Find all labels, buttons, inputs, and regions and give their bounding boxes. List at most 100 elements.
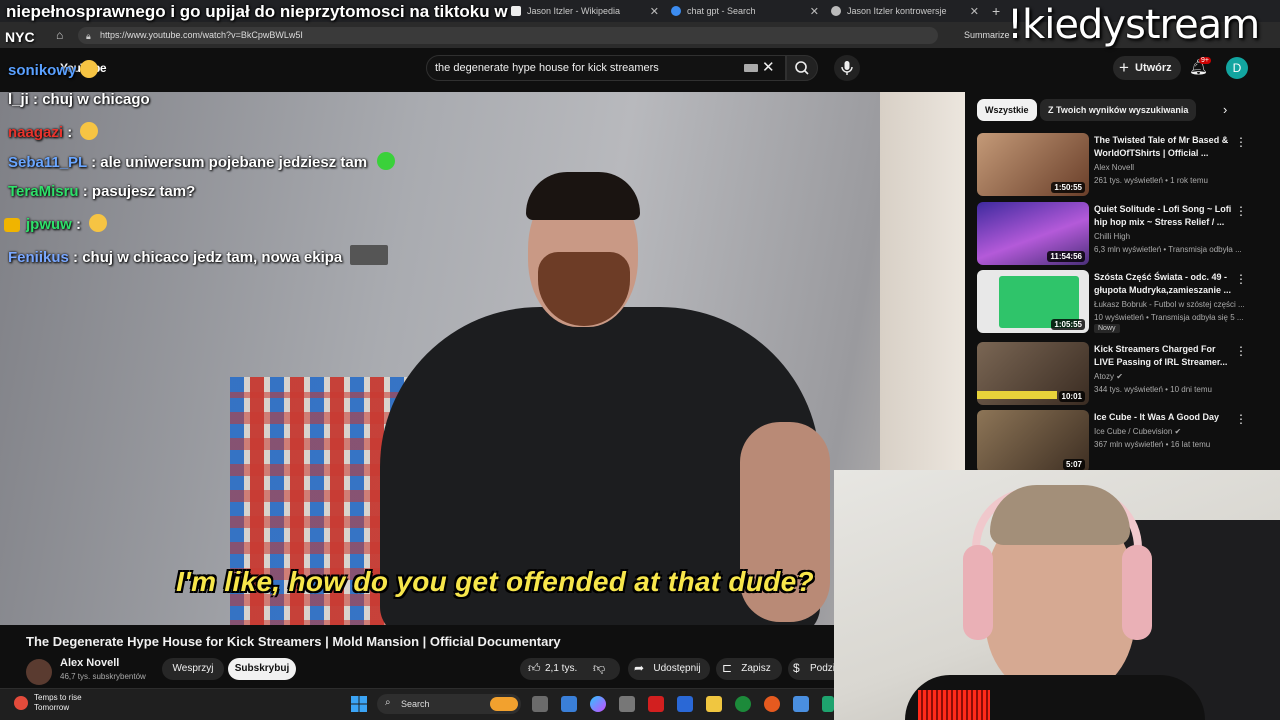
channel-label: Ice Cube / Cubevision (1094, 427, 1173, 436)
channel-avatar[interactable] (26, 659, 52, 685)
windows-start-icon[interactable] (351, 696, 367, 712)
video-thumbnail[interactable]: 5:07 (977, 410, 1089, 473)
duration-badge: 11:54:56 (1047, 251, 1085, 262)
chip-from-your-search[interactable]: Z Twoich wyników wyszukiwania (1040, 99, 1197, 121)
thumbs-down-icon[interactable]: 👎︎ (593, 661, 605, 676)
recommendation-title[interactable]: Ice Cube - It Was A Good Day (1094, 411, 1234, 424)
image-emote-icon (350, 245, 389, 265)
chat-username: sonikowy (8, 62, 77, 79)
summarize-button[interactable]: Summarize (964, 30, 1010, 40)
microphone-icon (841, 61, 853, 75)
channel-label: Atozy (1094, 372, 1115, 381)
video-player[interactable]: I'm like, how do you get offended at tha… (0, 92, 965, 625)
recommended-video[interactable]: 1:05:55 Szósta Część Świata - odc. 49 - … (977, 270, 1267, 334)
video-thumbnail[interactable]: 10:01 (977, 342, 1089, 405)
search-icon (671, 6, 681, 16)
stream-caption: niepełnosprawnego i go upijał do nieprzy… (6, 2, 508, 21)
chat-text: : (63, 124, 73, 141)
lock-icon[interactable]: 🔒︎ (86, 31, 91, 42)
task-view-icon[interactable] (532, 696, 548, 712)
recommended-video[interactable]: 11:54:56 Quiet Solitude - Lofi Song ~ Lo… (977, 202, 1267, 266)
video-title: The Degenerate Hype House for Kick Strea… (26, 634, 561, 649)
recommendation-channel[interactable]: Łukasz Bobruk - Futbol w szóstej części … (1094, 300, 1245, 309)
weather-widget[interactable]: Temps to rise Tomorrow (34, 693, 82, 713)
store-icon[interactable] (619, 696, 635, 712)
recommendation-channel[interactable]: Atozy ✔︎ (1094, 372, 1123, 381)
green-emote-icon (377, 152, 396, 170)
search-icon (795, 61, 809, 75)
tab-close-icon[interactable]: ✕ (650, 5, 659, 18)
app-icon[interactable] (822, 696, 834, 712)
copilot-icon[interactable] (590, 696, 606, 712)
more-vertical-icon[interactable]: ⋮ (1235, 344, 1247, 358)
more-vertical-icon[interactable]: ⋮ (1235, 204, 1247, 218)
wikipedia-icon (511, 6, 521, 16)
recommendation-meta: 344 tys. wyświetleń • 10 dni temu (1094, 385, 1212, 394)
tab-label: chat gpt - Search (687, 6, 756, 16)
chat-username: naagazi (8, 124, 64, 141)
notepad-icon[interactable] (793, 696, 809, 712)
weather-subtitle: Tomorrow (34, 703, 70, 712)
support-button[interactable]: Wesprzyj (162, 658, 224, 680)
weather-icon[interactable] (14, 696, 28, 710)
chevron-right-icon[interactable]: › (1223, 102, 1227, 117)
search-button[interactable] (786, 55, 818, 81)
voice-search-button[interactable] (834, 55, 860, 81)
chat-message: Feniikus : chuj w chicaco jedz tam, nowa… (8, 245, 389, 266)
recommendation-title[interactable]: Quiet Solitude - Lofi Song ~ Lofi hip ho… (1094, 203, 1234, 229)
bookmark-icon: ⊏ (722, 661, 733, 675)
recommendation-channel[interactable]: Alex Novell (1094, 163, 1134, 172)
new-tab-button[interactable]: + (986, 0, 1006, 22)
search-input[interactable]: the degenerate hype house for kick strea… (426, 55, 786, 81)
more-vertical-icon[interactable]: ⋮ (1235, 412, 1247, 426)
browser-tab-itzler[interactable]: Jason Itzler kontrowersje ✕ (825, 0, 985, 22)
recommendation-meta: 10 wyświetleń • Transmisja odbyła się 5 … (1094, 313, 1244, 322)
streamer-command-tag: !kiedystream (1007, 2, 1260, 48)
video-thumbnail[interactable]: 1:50:55 (977, 133, 1089, 196)
browser-tab-wikipedia[interactable]: Jason Itzler - Wikipedia ✕ (505, 0, 665, 22)
tab-close-icon[interactable]: ✕ (970, 5, 979, 18)
webcam-headphone-left (963, 545, 993, 640)
recommendation-meta: 6,3 mln wyświetleń • Transmisja odbyła .… (1094, 245, 1242, 254)
browser-tab-search[interactable]: chat gpt - Search ✕ (665, 0, 825, 22)
recommendation-meta: 367 mln wyświetleń • 16 lat temu (1094, 440, 1211, 449)
keyboard-icon[interactable] (744, 64, 758, 72)
recommendation-channel[interactable]: Chilli High (1094, 232, 1130, 241)
recommended-video[interactable]: 10:01 Kick Streamers Charged For LIVE Pa… (977, 342, 1267, 406)
clear-search-icon[interactable]: ✕ (762, 58, 775, 76)
channel-name[interactable]: Alex Novell (60, 657, 119, 669)
recommended-video[interactable]: 1:50:55 The Twisted Tale of Mr Based & W… (977, 133, 1267, 197)
chip-all[interactable]: Wszystkie (977, 99, 1037, 121)
recommendation-title[interactable]: Szósta Część Świata - odc. 49 - głupota … (1094, 271, 1234, 297)
chat-text: : chuj w chicago (28, 91, 150, 108)
tab-close-icon[interactable]: ✕ (810, 5, 819, 18)
subscribe-button[interactable]: Subskrybuj (228, 658, 296, 680)
chat-username: jpwuw (26, 216, 72, 233)
app-u-icon[interactable] (735, 696, 751, 712)
verified-icon: ✔︎ (1174, 427, 1182, 436)
recommendation-channel[interactable]: Ice Cube / Cubevision ✔︎ (1094, 427, 1181, 436)
app-icon[interactable] (561, 696, 577, 712)
video-subtitle: I'm like, how do you get offended at tha… (176, 566, 814, 597)
laughing-emoji-icon (89, 214, 107, 232)
chat-text: : ale uniwersum pojebane jedziesz tam (86, 154, 368, 171)
brave-browser-icon[interactable] (764, 696, 780, 712)
webcam-red-light (918, 690, 990, 720)
more-vertical-icon[interactable]: ⋮ (1235, 135, 1247, 149)
recommended-video[interactable]: 5:07 Ice Cube - It Was A Good Day Ice Cu… (977, 410, 1267, 474)
chat-username: l_ji (8, 91, 29, 108)
app-l-icon[interactable] (648, 696, 664, 712)
file-explorer-icon[interactable] (706, 696, 722, 712)
video-thumbnail[interactable]: 1:05:55 (977, 270, 1089, 333)
account-avatar[interactable]: D (1226, 57, 1248, 79)
search-highlight-icon[interactable] (490, 697, 518, 711)
url-field[interactable]: https://www.youtube.com/watch?v=BkCpwBWL… (78, 27, 938, 44)
app-icon[interactable] (677, 696, 693, 712)
recommendation-title[interactable]: Kick Streamers Charged For LIVE Passing … (1094, 343, 1234, 369)
stream-location-label: NYC (5, 29, 35, 45)
more-vertical-icon[interactable]: ⋮ (1235, 272, 1247, 286)
video-thumbnail[interactable]: 11:54:56 (977, 202, 1089, 265)
home-icon[interactable]: ⌂ (56, 28, 63, 42)
recommendation-title[interactable]: The Twisted Tale of Mr Based & WorldOfTS… (1094, 134, 1234, 160)
thumbs-up-icon: 👍︎ (528, 661, 541, 675)
